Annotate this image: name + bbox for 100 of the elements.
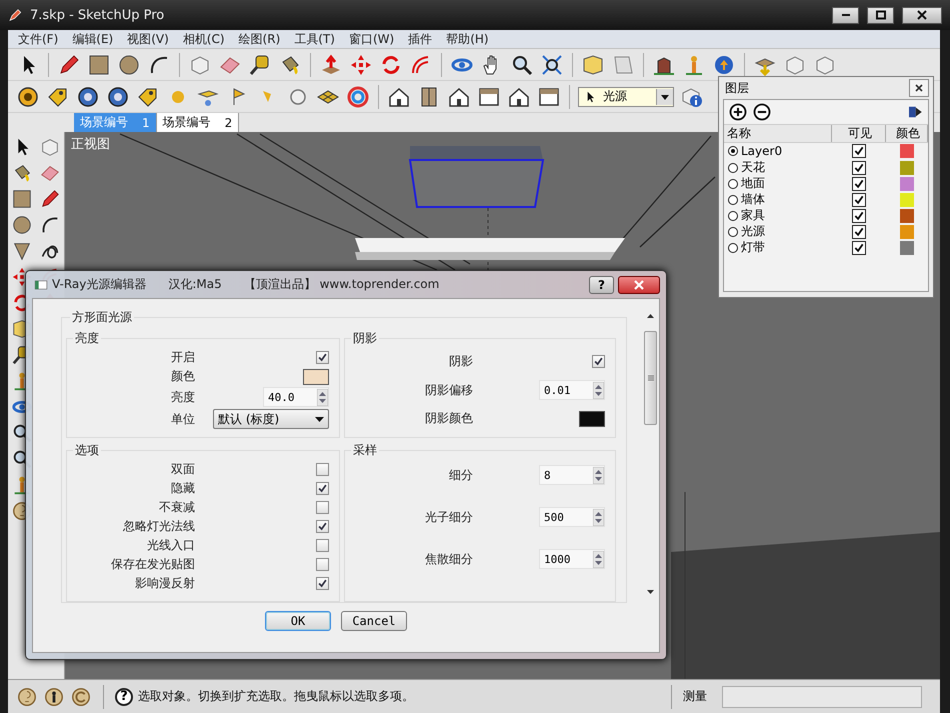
field-label: 光线入口 bbox=[146, 537, 195, 554]
checkbox[interactable] bbox=[316, 501, 329, 514]
disc-icon[interactable] bbox=[76, 84, 100, 108]
radio-button[interactable] bbox=[728, 162, 738, 172]
zoom-extents-icon[interactable] bbox=[540, 52, 564, 76]
close-button[interactable] bbox=[902, 6, 942, 24]
field-label: 颜色 bbox=[170, 368, 195, 385]
field-label: 细分 bbox=[448, 466, 473, 484]
cancel-button[interactable]: Cancel bbox=[341, 611, 407, 631]
ring-icon[interactable] bbox=[70, 686, 92, 708]
help-icon[interactable]: ? bbox=[115, 688, 133, 706]
column-header: 名称 bbox=[724, 125, 832, 142]
disc-icon[interactable] bbox=[16, 84, 40, 108]
square-icon[interactable] bbox=[87, 52, 111, 76]
layer-name: 天花 bbox=[741, 159, 765, 176]
add-icon[interactable] bbox=[728, 102, 748, 122]
scene-tab[interactable]: 场景编号 2 bbox=[156, 113, 240, 132]
field-label: 亮度 bbox=[170, 388, 195, 406]
color-swatch[interactable] bbox=[303, 368, 329, 384]
visibility-checkbox[interactable] bbox=[852, 176, 866, 190]
column-header: 颜色 bbox=[886, 125, 928, 142]
ok-button[interactable]: OK bbox=[265, 611, 331, 631]
scrollbar[interactable] bbox=[644, 313, 657, 595]
menu-item[interactable]: 绘图(R) bbox=[232, 30, 288, 48]
checkbox[interactable] bbox=[316, 558, 329, 571]
checkbox[interactable] bbox=[592, 355, 605, 368]
menu-item[interactable]: 相机(C) bbox=[176, 30, 233, 48]
radio-button[interactable] bbox=[728, 242, 738, 252]
close-button[interactable] bbox=[909, 79, 929, 97]
remove-icon[interactable] bbox=[752, 102, 772, 122]
menu-item[interactable]: 视图(V) bbox=[121, 30, 177, 48]
checkbox[interactable] bbox=[316, 482, 329, 495]
checkmark-icon bbox=[593, 356, 604, 367]
visibility-checkbox[interactable] bbox=[852, 224, 866, 238]
circle-icon[interactable] bbox=[11, 214, 33, 236]
menu-item[interactable]: 编辑(E) bbox=[66, 30, 122, 48]
color-swatch[interactable] bbox=[900, 176, 914, 190]
visibility-checkbox[interactable] bbox=[852, 192, 866, 206]
menu-item[interactable]: 帮助(H) bbox=[440, 30, 497, 48]
number-field[interactable]: 0.01 bbox=[539, 380, 605, 400]
number-field[interactable]: 1000 bbox=[539, 549, 605, 569]
number-field[interactable]: 500 bbox=[539, 507, 605, 527]
field-label: 阴影偏移 bbox=[424, 382, 473, 398]
color-swatch[interactable] bbox=[900, 224, 914, 238]
color-swatch[interactable] bbox=[900, 160, 914, 174]
layer-name: 灯带 bbox=[741, 239, 765, 256]
minimize-button[interactable] bbox=[832, 6, 859, 24]
layer-dropdown[interactable]: 光源 bbox=[578, 86, 674, 106]
checkbox[interactable] bbox=[316, 463, 329, 476]
checkbox[interactable] bbox=[316, 520, 329, 533]
visibility-checkbox[interactable] bbox=[852, 144, 866, 158]
color-swatch[interactable] bbox=[900, 144, 914, 158]
visibility-checkbox[interactable] bbox=[852, 160, 866, 174]
swirl-icon[interactable] bbox=[346, 84, 370, 108]
field-label: 隐藏 bbox=[170, 480, 195, 497]
view-label: 正视图 bbox=[71, 136, 110, 153]
spin-arrows-icon bbox=[593, 466, 604, 484]
radio-button[interactable] bbox=[728, 146, 738, 156]
window-title: 7.skp - SketchUp Pro bbox=[30, 8, 166, 22]
maximize-button[interactable] bbox=[867, 6, 894, 24]
field-label: 单位 bbox=[170, 410, 195, 428]
measure-field[interactable] bbox=[722, 686, 922, 708]
checkbox[interactable] bbox=[316, 577, 329, 590]
radio-button[interactable] bbox=[728, 178, 738, 188]
menu-item[interactable]: 窗口(W) bbox=[342, 30, 402, 48]
color-swatch[interactable] bbox=[900, 208, 914, 222]
help-button[interactable]: ? bbox=[589, 276, 614, 294]
color-swatch[interactable] bbox=[900, 192, 914, 206]
number-field[interactable]: 8 bbox=[539, 465, 605, 485]
field-label: 影响漫反射 bbox=[134, 575, 195, 592]
radio-button[interactable] bbox=[728, 210, 738, 220]
menu-item[interactable]: 文件(F) bbox=[12, 30, 66, 48]
dropdown[interactable]: 默认 (标度) bbox=[213, 409, 329, 429]
triangle-icon[interactable] bbox=[11, 240, 33, 262]
visibility-checkbox[interactable] bbox=[852, 208, 866, 222]
scroll-up-icon bbox=[646, 313, 655, 319]
checkmark-icon bbox=[853, 178, 865, 190]
checkmark-icon bbox=[317, 578, 328, 589]
circle-icon[interactable] bbox=[117, 52, 141, 76]
radio-button[interactable] bbox=[728, 194, 738, 204]
person-icon[interactable] bbox=[43, 686, 65, 708]
menu-item[interactable]: 工具(T) bbox=[288, 30, 343, 48]
radio-button[interactable] bbox=[728, 226, 738, 236]
spin-arrows-icon bbox=[593, 550, 604, 568]
pencil-icon[interactable] bbox=[39, 188, 61, 210]
color-swatch[interactable] bbox=[579, 410, 605, 426]
dialog-title: V-Ray光源编辑器 bbox=[52, 276, 146, 293]
checkbox[interactable] bbox=[316, 351, 329, 364]
close-button[interactable] bbox=[618, 276, 660, 294]
color-swatch[interactable] bbox=[900, 240, 914, 254]
number-field[interactable]: 40.0 bbox=[263, 387, 329, 407]
maximize-icon bbox=[874, 10, 886, 20]
disc-icon[interactable] bbox=[106, 84, 130, 108]
checkmark-icon bbox=[853, 162, 865, 174]
checkbox[interactable] bbox=[316, 539, 329, 552]
checkmark-icon bbox=[853, 226, 865, 238]
square-icon[interactable] bbox=[11, 188, 33, 210]
layer-name: 家具 bbox=[741, 207, 765, 224]
visibility-checkbox[interactable] bbox=[852, 240, 866, 254]
menu-item[interactable]: 插件 bbox=[402, 30, 440, 48]
